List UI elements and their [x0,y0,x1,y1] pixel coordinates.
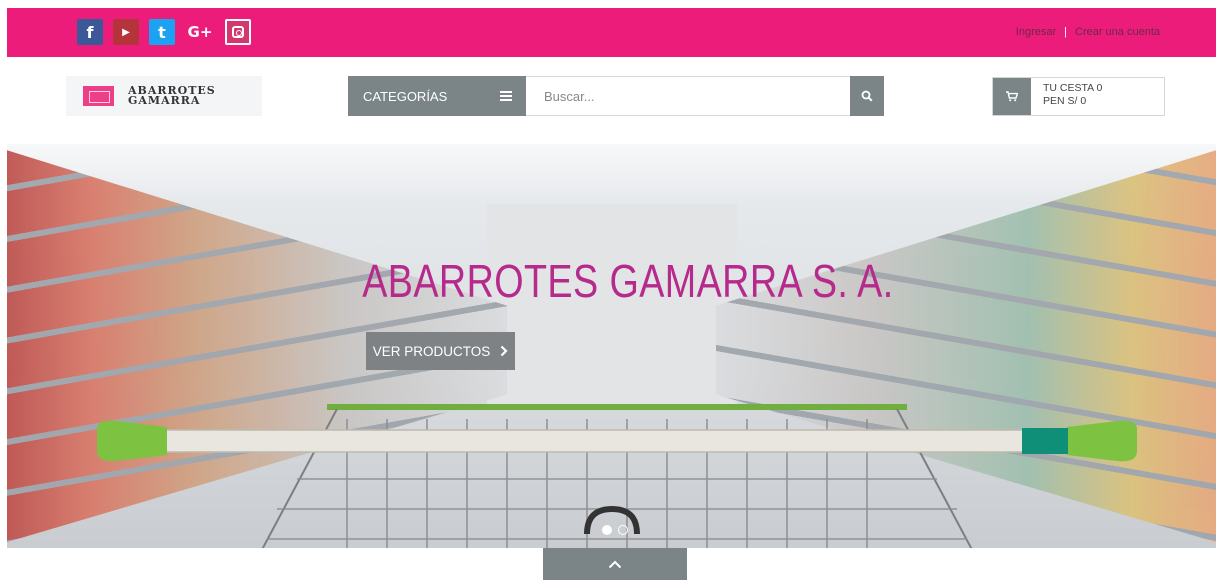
logo-text: ABARROTES GAMARRA [128,85,216,107]
slide-dot-2[interactable] [618,525,628,535]
categories-button[interactable]: CATEGORÍAS [348,76,526,116]
facebook-icon[interactable]: f [77,19,103,45]
top-bar: f ▶ t G+ Ingresar | Crear una cuenta [7,8,1216,57]
categories-label: CATEGORÍAS [363,88,448,104]
youtube-icon[interactable]: ▶ [113,19,139,45]
logo-text-line2: GAMARRA [128,94,201,107]
social-links: f ▶ t G+ [77,19,251,45]
menu-icon [500,91,512,101]
site-logo[interactable]: ABARROTES GAMARRA [66,76,262,116]
chevron-up-icon [608,560,622,568]
view-products-label: VER PRODUCTOS [372,343,491,359]
view-products-button[interactable]: VER PRODUCTOS [366,332,515,370]
cart-total: PEN S/ 0 [1043,95,1087,107]
search-icon [861,90,873,102]
slider-dots [602,525,628,535]
logo-mark-icon [83,86,114,106]
scroll-up-button[interactable] [543,548,687,580]
chevron-right-icon [500,345,508,357]
google-plus-icon[interactable]: G+ [185,19,215,45]
instagram-icon[interactable] [225,19,251,45]
cart-widget[interactable]: TU CESTA 0 PEN S/ 0 [992,77,1165,116]
hero-title: ABARROTES GAMARRA S. A. [362,255,894,307]
twitter-icon[interactable]: t [149,19,175,45]
hero-banner: ABARROTES GAMARRA S. A. VER PRODUCTOS [7,144,1216,548]
cart-summary: TU CESTA 0 PEN S/ 0 [1031,78,1102,115]
slide-dot-1[interactable] [602,525,612,535]
search-button[interactable] [850,76,884,116]
cart-count: TU CESTA 0 [1043,82,1103,94]
register-link[interactable]: Crear una cuenta [1075,26,1160,38]
link-separator: | [1064,26,1067,38]
login-link[interactable]: Ingresar [1016,26,1056,38]
account-links: Ingresar | Crear una cuenta [1016,26,1160,38]
search-input[interactable] [526,76,850,116]
cart-icon-box [993,78,1031,115]
hero-ceiling [7,144,1216,204]
shopping-cart-icon [1006,91,1018,102]
